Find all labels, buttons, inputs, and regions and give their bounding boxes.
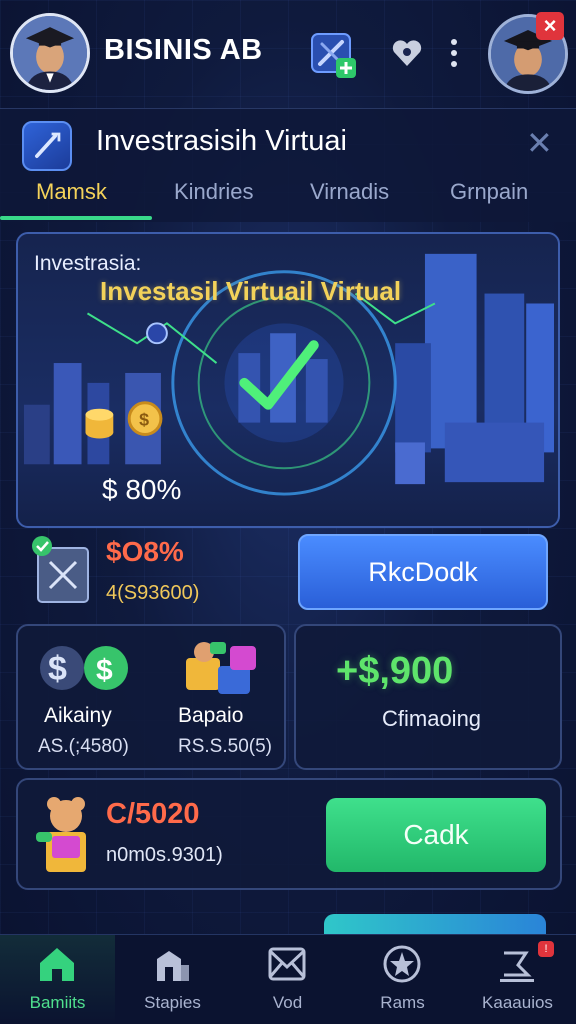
nav-item-vod[interactable]: Vod bbox=[230, 935, 345, 1024]
money-icon: $ $ bbox=[36, 636, 132, 698]
asset-amount: AS.(;4580) bbox=[38, 736, 129, 757]
chart-icon bbox=[500, 951, 534, 982]
tools-button[interactable] bbox=[310, 30, 360, 80]
building-icon bbox=[157, 951, 189, 981]
asset-name: Bapaio bbox=[178, 704, 244, 727]
reward-value: C/5020 bbox=[106, 798, 200, 830]
bottom-navigation: Bamiits Stapies Vod Rams ! Kaaauios bbox=[0, 934, 576, 1024]
notification-badge: ! bbox=[538, 941, 554, 957]
asset-name: Aikainy bbox=[44, 704, 112, 727]
nav-label: Stapies bbox=[144, 993, 201, 1012]
nav-label: Bamiits bbox=[29, 993, 86, 1012]
gain-label: Cfimaoing bbox=[382, 706, 482, 731]
nav-label: Kaaauios bbox=[482, 993, 553, 1012]
active-tab-indicator bbox=[0, 216, 152, 220]
star-badge-icon bbox=[383, 945, 421, 983]
reward-card[interactable]: C/5020 n0m0s.9301) Cadk bbox=[16, 778, 562, 890]
favorite-button[interactable] bbox=[390, 36, 424, 70]
hero-label: Investrasia: bbox=[34, 252, 142, 275]
gift-icon bbox=[32, 792, 102, 876]
more-vertical-icon bbox=[451, 39, 457, 67]
asset-amount: RS.S.50(5) bbox=[178, 736, 272, 757]
tab-mamsk[interactable]: Mamsk bbox=[36, 179, 107, 205]
stat-subtext: 4(S93600) bbox=[106, 582, 200, 604]
ledger-icon bbox=[30, 534, 96, 606]
claim-button[interactable]: Cadk bbox=[326, 798, 546, 872]
gain-card[interactable]: +$,900 Cfimaoing bbox=[294, 624, 562, 770]
tools-icon bbox=[311, 33, 356, 78]
close-icon[interactable]: × bbox=[536, 12, 564, 40]
reward-subtext: n0m0s.9301) bbox=[106, 844, 223, 866]
tab-virnadis[interactable]: Virnadis bbox=[310, 179, 389, 205]
primary-action-button[interactable]: RkcDodk bbox=[298, 534, 548, 610]
heart-icon bbox=[392, 40, 422, 66]
svg-text:$: $ bbox=[48, 650, 67, 688]
section-header: Investrasisih Virtuai ✕ Mamsk Kindries V… bbox=[0, 108, 576, 222]
nav-item-rams[interactable]: Rams bbox=[345, 935, 460, 1024]
user-avatar[interactable] bbox=[10, 13, 90, 93]
top-bar: BISINIS AB × bbox=[0, 0, 576, 104]
asset-summary-card[interactable]: $ $ Aikainy AS.(;4580) Bapaio RS.S.50(5) bbox=[16, 624, 286, 770]
close-icon[interactable]: ✕ bbox=[526, 127, 553, 159]
mail-icon bbox=[268, 947, 306, 981]
partial-button[interactable] bbox=[324, 914, 546, 934]
nav-label: Vod bbox=[272, 993, 303, 1012]
stat-value: $O8% bbox=[106, 536, 184, 567]
hero-percent: $ 80% bbox=[102, 474, 182, 505]
nav-item-stapies[interactable]: Stapies bbox=[115, 935, 230, 1024]
hero-card[interactable]: $ Investrasia: Investasil Virtuail Virtu… bbox=[16, 232, 560, 528]
tab-grnpain[interactable]: Grnpain bbox=[450, 179, 528, 205]
svg-text:$: $ bbox=[139, 410, 149, 430]
svg-text:$: $ bbox=[96, 654, 113, 687]
nav-item-home[interactable]: Bamiits bbox=[0, 935, 115, 1024]
more-options-button[interactable] bbox=[444, 36, 464, 70]
nav-item-kaaauios[interactable]: ! Kaaauios bbox=[460, 935, 575, 1024]
blocks-icon bbox=[180, 636, 276, 698]
compass-icon bbox=[22, 121, 72, 171]
nav-label: Rams bbox=[380, 993, 425, 1012]
hero-title: Investasil Virtuail Virtual bbox=[100, 276, 402, 306]
tab-kindries[interactable]: Kindries bbox=[174, 179, 253, 205]
person-icon bbox=[13, 16, 87, 90]
section-title: Investrasisih Virtuai bbox=[96, 125, 347, 157]
brand-title: BISINIS AB bbox=[104, 34, 263, 66]
home-icon bbox=[40, 948, 74, 981]
gain-amount: +$,900 bbox=[336, 650, 454, 692]
